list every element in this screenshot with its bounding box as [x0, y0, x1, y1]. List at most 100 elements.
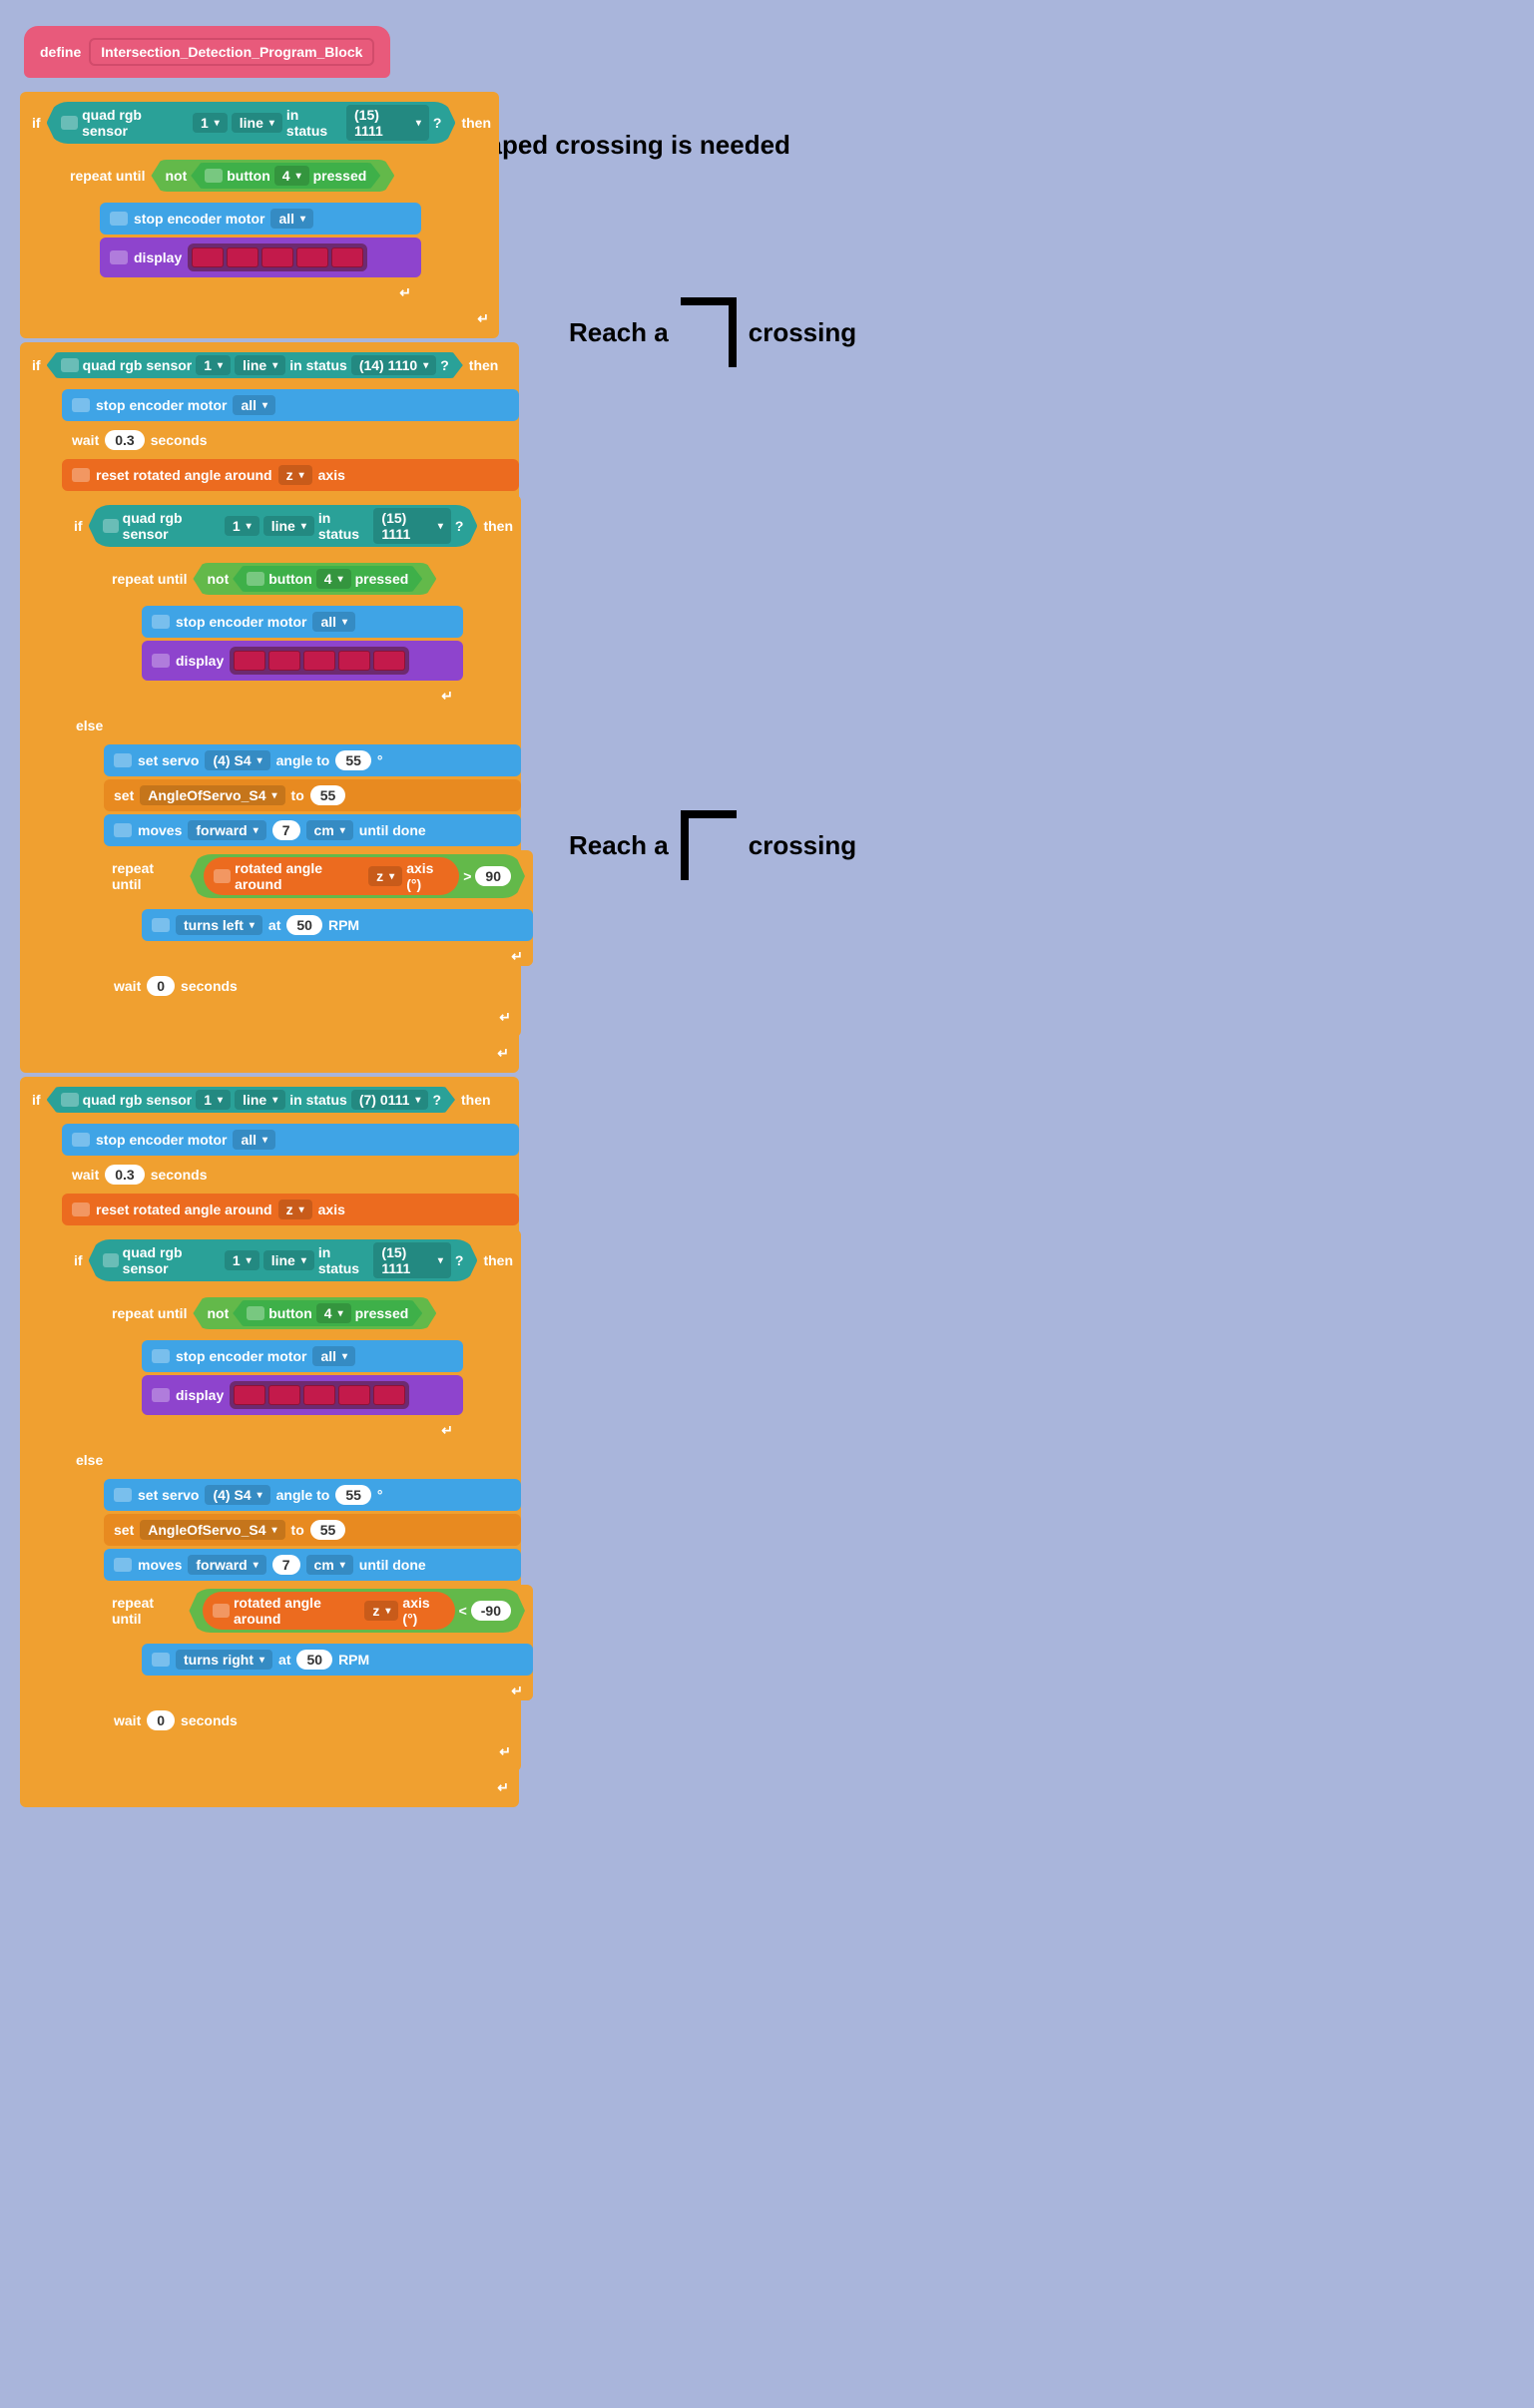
stop-target[interactable]: all [233, 395, 275, 415]
led[interactable] [296, 247, 328, 267]
moves-block[interactable]: moves forward 7 cm until done [104, 814, 521, 846]
rot-axis[interactable]: z [364, 1601, 398, 1621]
button-reporter[interactable]: button 4 pressed [233, 566, 422, 592]
turns-right-block[interactable]: turns right at 50 RPM [142, 1644, 533, 1676]
repeat-until-block[interactable]: repeat until not button 4 pressed [104, 1293, 463, 1440]
rpm-value[interactable]: 50 [286, 915, 322, 935]
var-value[interactable]: 55 [310, 785, 346, 805]
servo-value[interactable]: 55 [335, 750, 371, 770]
moves-dist[interactable]: 7 [272, 820, 300, 840]
moves-dir[interactable]: forward [188, 820, 265, 840]
stop-motor-block[interactable]: stop encoder motor all [142, 606, 463, 638]
status-value[interactable]: (15) 1111 [373, 1242, 450, 1278]
led[interactable] [303, 651, 335, 671]
wait-block[interactable]: wait 0 seconds [104, 970, 521, 1002]
sensor-reporter[interactable]: quad rgb sensor 1 line in status (15) 11… [89, 505, 478, 547]
moves-unit[interactable]: cm [306, 1555, 353, 1575]
turns-dir[interactable]: turns right [176, 1650, 272, 1670]
stop-target[interactable]: all [233, 1130, 275, 1150]
not-operator[interactable]: not button 4 pressed [151, 160, 394, 192]
led-row[interactable] [188, 243, 367, 271]
define-hat[interactable]: define Intersection_Detection_Program_Bl… [24, 26, 390, 78]
sensor-reporter[interactable]: quad rgb sensor 1 line in status (7) 011… [47, 1087, 455, 1113]
stop-target[interactable]: all [270, 209, 313, 229]
repeat-until-angle[interactable]: repeat until rotated angle around z axis… [104, 850, 533, 966]
sensor-probe[interactable]: line [232, 113, 282, 133]
set-variable-block[interactable]: set AngleOfServo_S4 to 55 [104, 779, 521, 811]
stop-motor-block[interactable]: stop encoder motor all [142, 1340, 463, 1372]
sensor-port[interactable]: 1 [225, 516, 259, 536]
status-value[interactable]: (15) 1111 [346, 105, 429, 141]
set-servo-block[interactable]: set servo (4) S4 angle to 55 ° [104, 1479, 521, 1511]
button-reporter[interactable]: button 4 pressed [233, 1300, 422, 1326]
sensor-probe[interactable]: line [263, 516, 314, 536]
stop-motor-block[interactable]: stop encoder motor all [100, 203, 421, 235]
display-block[interactable]: display [142, 641, 463, 681]
var-name[interactable]: AngleOfServo_S4 [140, 785, 284, 805]
compare-value[interactable]: -90 [471, 1601, 511, 1621]
rotated-angle-reporter[interactable]: rotated angle around z axis (°) [203, 1592, 454, 1630]
repeat-until-block[interactable]: repeat until not button 4 pressed [104, 559, 463, 706]
stop-motor-block[interactable]: stop encoder motor all [62, 389, 519, 421]
repeat-until-angle-neg[interactable]: repeat until rotated angle around z axis… [104, 1585, 533, 1700]
sensor-probe[interactable]: line [235, 355, 285, 375]
wait-block[interactable]: wait 0.3 seconds [62, 1159, 519, 1191]
repeat-until-block[interactable]: repeat until not button 4 pressed stop e… [62, 156, 421, 302]
sensor-probe[interactable]: line [235, 1090, 285, 1110]
sensor-port[interactable]: 1 [193, 113, 228, 133]
moves-dir[interactable]: forward [188, 1555, 265, 1575]
led[interactable] [338, 1385, 370, 1405]
led[interactable] [303, 1385, 335, 1405]
reset-angle-block[interactable]: reset rotated angle around z axis [62, 1194, 519, 1225]
led[interactable] [373, 651, 405, 671]
rpm-value[interactable]: 50 [296, 1650, 332, 1670]
led[interactable] [192, 247, 224, 267]
not-operator[interactable]: not button 4 pressed [193, 563, 436, 595]
if-block-0111[interactable]: if quad rgb sensor 1 line in status (7) … [20, 1077, 519, 1807]
status-value[interactable]: (7) 0111 [351, 1090, 429, 1110]
led[interactable] [268, 651, 300, 671]
wait-value[interactable]: 0.3 [105, 1165, 144, 1185]
wait-block[interactable]: wait 0 seconds [104, 1704, 521, 1736]
led-row[interactable] [230, 647, 409, 675]
stop-target[interactable]: all [312, 1346, 355, 1366]
lt-operator[interactable]: rotated angle around z axis (°) < -90 [189, 1589, 525, 1633]
stop-motor-block[interactable]: stop encoder motor all [62, 1124, 519, 1156]
led[interactable] [268, 1385, 300, 1405]
display-block[interactable]: display [100, 238, 421, 277]
var-value[interactable]: 55 [310, 1520, 346, 1540]
led[interactable] [227, 247, 258, 267]
turns-dir[interactable]: turns left [176, 915, 262, 935]
button-reporter[interactable]: button 4 pressed [191, 163, 380, 189]
gt-operator[interactable]: rotated angle around z axis (°) > 90 [190, 854, 525, 898]
wait-value[interactable]: 0 [147, 976, 175, 996]
if-block-1111[interactable]: if quad rgb sensor 1 line in status (15)… [20, 92, 499, 338]
sensor-reporter[interactable]: quad rgb sensor 1 line in status (14) 11… [47, 352, 463, 378]
moves-block[interactable]: moves forward 7 cm until done [104, 1549, 521, 1581]
led[interactable] [234, 651, 265, 671]
wait-block[interactable]: wait 0.3 seconds [62, 424, 519, 456]
nested-if-1111-b[interactable]: if quad rgb sensor 1 line in status (15)… [62, 1229, 521, 1771]
sensor-port[interactable]: 1 [196, 355, 231, 375]
moves-dist[interactable]: 7 [272, 1555, 300, 1575]
sensor-probe[interactable]: line [263, 1250, 314, 1270]
wait-value[interactable]: 0.3 [105, 430, 144, 450]
led[interactable] [338, 651, 370, 671]
button-num[interactable]: 4 [274, 166, 309, 186]
not-operator[interactable]: not button 4 pressed [193, 1297, 436, 1329]
led[interactable] [234, 1385, 265, 1405]
servo-value[interactable]: 55 [335, 1485, 371, 1505]
var-name[interactable]: AngleOfServo_S4 [140, 1520, 284, 1540]
rotated-angle-reporter[interactable]: rotated angle around z axis (°) [204, 857, 459, 895]
display-block[interactable]: display [142, 1375, 463, 1415]
sensor-reporter[interactable]: quad rgb sensor 1 line in status (15) 11… [89, 1239, 478, 1281]
turns-left-block[interactable]: turns left at 50 RPM [142, 909, 533, 941]
nested-if-1111[interactable]: if quad rgb sensor 1 line in status (15)… [62, 495, 521, 1037]
led[interactable] [373, 1385, 405, 1405]
if-block-1110[interactable]: if quad rgb sensor 1 line in status (14)… [20, 342, 519, 1073]
button-num[interactable]: 4 [316, 1303, 351, 1323]
set-variable-block[interactable]: set AngleOfServo_S4 to 55 [104, 1514, 521, 1546]
reset-angle-block[interactable]: reset rotated angle around z axis [62, 459, 519, 491]
led[interactable] [261, 247, 293, 267]
rot-axis[interactable]: z [368, 866, 402, 886]
